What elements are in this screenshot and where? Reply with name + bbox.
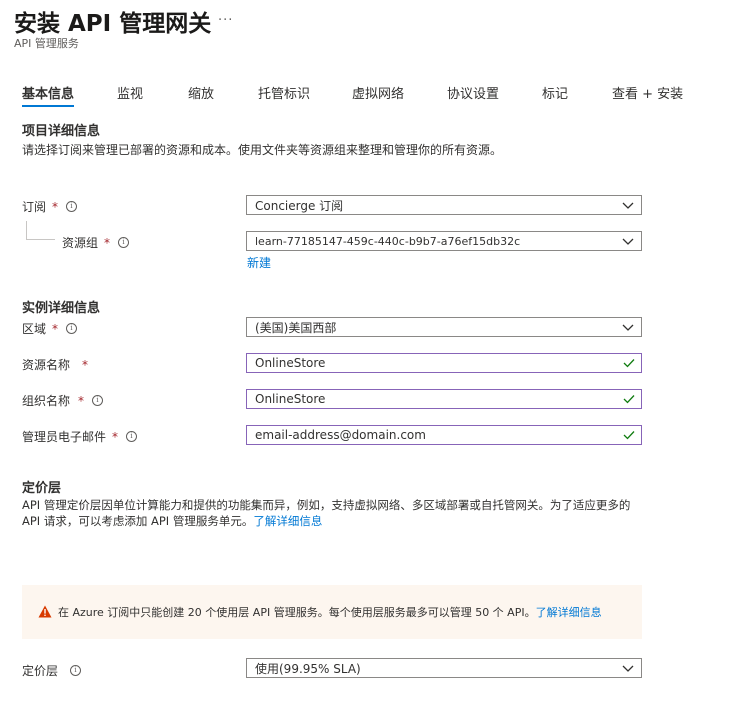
chevron-down-icon [622,324,634,331]
resource-name-value: OnlineStore [255,356,326,370]
pricing-tier-select[interactable]: 使用(99.95% SLA) [246,658,642,678]
tab-managed-identity[interactable]: 托管标识 [258,83,310,102]
subscription-label-text: 订阅 [22,200,47,214]
page-title: 安装 API 管理网关 [14,11,212,37]
org-name-input[interactable]: OnlineStore [246,389,642,409]
org-name-label: 组织名称 * i [22,392,104,409]
admin-email-label: 管理员电子邮件 * i [22,428,138,445]
subscription-value: Concierge 订阅 [255,198,344,213]
warning-icon [38,605,52,618]
more-options-button[interactable]: ... [218,9,233,24]
info-icon[interactable]: i [66,201,78,212]
required-marker: * [104,235,111,250]
checkmark-icon [623,431,635,440]
chevron-down-icon [622,238,634,245]
org-name-label-text: 组织名称 [22,394,71,408]
resource-name-input[interactable]: OnlineStore [246,353,642,373]
learn-more-link[interactable]: 了解详细信息 [253,514,322,528]
region-label: 区域 * i [22,320,78,337]
required-marker: * [52,321,59,336]
project-details-description: 请选择订阅来管理已部署的资源和成本。使用文件夹等资源组来整理和管理你的所有资源。 [22,143,503,157]
resource-group-label-text: 资源组 [62,236,99,250]
instance-details-title: 实例详细信息 [22,301,101,316]
checkmark-icon [623,395,635,404]
org-name-value: OnlineStore [255,392,326,406]
pricing-tier-title: 定价层 [22,481,62,496]
pricing-description-line1: API 管理定价层因单位计算能力和提供的功能集而异，例如，支持虚拟网络、多区域部… [22,498,631,512]
page-subtitle: API 管理服务 [14,37,79,50]
info-icon[interactable]: i [126,431,138,442]
tab-review-install[interactable]: 查看 + 安装 [612,83,683,102]
admin-email-label-text: 管理员电子邮件 [22,430,107,444]
region-label-text: 区域 [22,322,47,336]
info-icon[interactable]: i [66,323,78,334]
pricing-tier-label-text: 定价层 [22,664,59,678]
resource-name-label: 资源名称 * [22,356,88,373]
resource-group-value: learn-77185147-459c-440c-b9b7-a76ef15db3… [255,234,521,248]
admin-email-input[interactable]: email-address@domain.com [246,425,642,445]
region-select[interactable]: (美国)美国西部 [246,317,642,337]
subscription-select[interactable]: Concierge 订阅 [246,195,642,215]
pricing-description-line2-wrap: API 请求，可以考虑添加 API 管理服务单元。了解详细信息 [22,513,662,529]
pricing-tier-description: API 管理定价层因单位计算能力和提供的功能集而异，例如，支持虚拟网络、多区域部… [22,497,662,529]
required-marker: * [112,429,119,444]
tab-tags[interactable]: 标记 [542,83,568,102]
tab-bar: 基本信息 监视 缩放 托管标识 虚拟网络 协议设置 标记 查看 + 安装 [0,78,741,108]
admin-email-value: email-address@domain.com [255,428,426,442]
required-marker: * [82,357,89,372]
chevron-down-icon [622,665,634,672]
warning-banner: 在 Azure 订阅中只能创建 20 个使用层 API 管理服务。每个使用层服务… [22,585,642,639]
pricing-tier-value: 使用(99.95% SLA) [255,661,361,676]
project-details-title: 项目详细信息 [22,124,101,139]
tree-connector [26,221,55,240]
checkmark-icon [623,359,635,368]
resource-group-label: 资源组 * i [62,234,130,251]
pricing-description-line2: API 请求，可以考虑添加 API 管理服务单元。 [22,514,254,528]
create-new-resource-group-link[interactable]: 新建 [247,254,271,271]
tab-scale[interactable]: 缩放 [188,83,214,102]
region-value: (美国)美国西部 [255,320,337,335]
required-marker: * [78,393,85,408]
warning-message: 在 Azure 订阅中只能创建 20 个使用层 API 管理服务。每个使用层服务… [58,604,602,620]
subscription-label: 订阅 * i [22,198,78,215]
pricing-tier-label: 定价层 i [22,662,82,679]
warning-learn-more-link[interactable]: 了解详细信息 [536,606,602,619]
active-tab-indicator [22,105,74,107]
tab-basics[interactable]: 基本信息 [22,83,74,102]
chevron-down-icon [622,202,634,209]
warning-text: 在 Azure 订阅中只能创建 20 个使用层 API 管理服务。每个使用层服务… [58,606,536,619]
required-marker: * [52,199,59,214]
tab-virtual-network[interactable]: 虚拟网络 [352,83,404,102]
info-icon[interactable]: i [118,237,130,248]
tab-protocol-settings[interactable]: 协议设置 [447,83,499,102]
resource-group-select[interactable]: learn-77185147-459c-440c-b9b7-a76ef15db3… [246,231,642,251]
info-icon[interactable]: i [92,395,104,406]
tab-monitoring[interactable]: 监视 [117,83,143,102]
info-icon[interactable]: i [70,665,82,676]
resource-name-label-text: 资源名称 [22,358,71,372]
